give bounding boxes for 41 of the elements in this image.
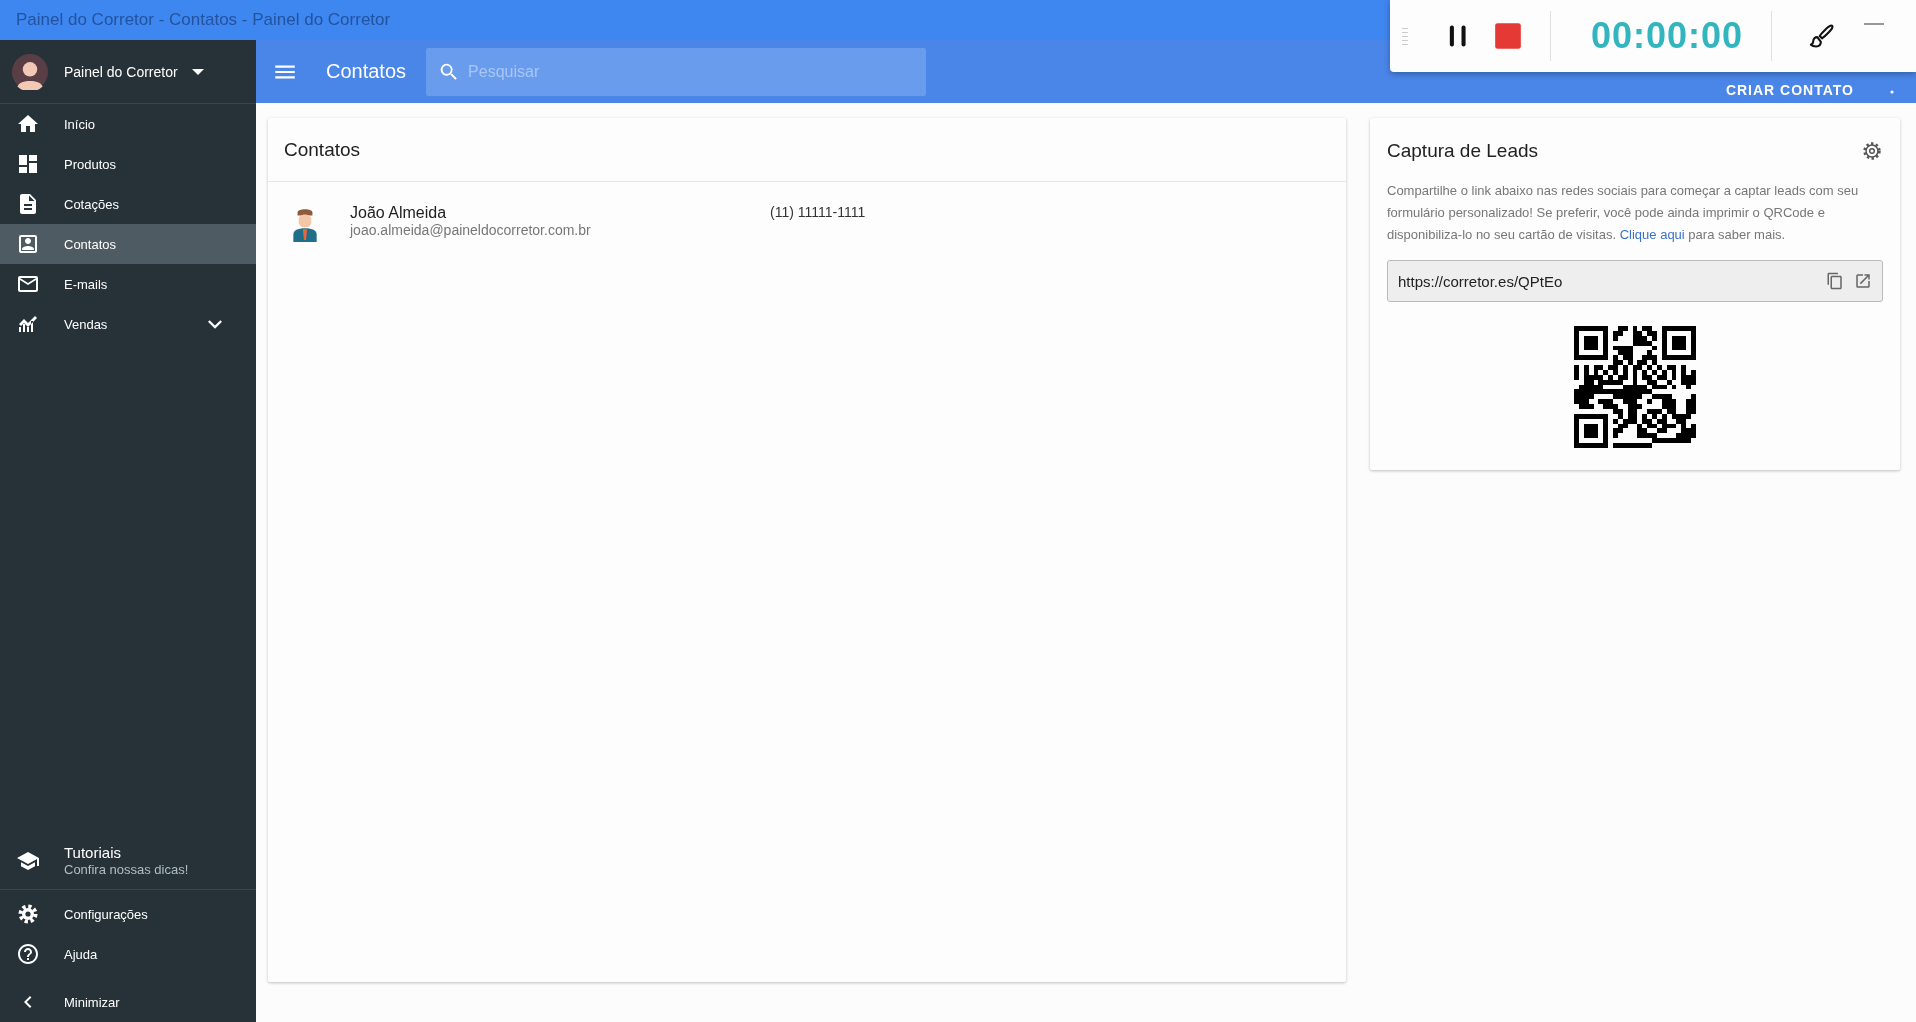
settings-icon[interactable]	[1861, 140, 1883, 162]
settings-icon	[16, 902, 40, 926]
nav-item[interactable]: Início	[0, 104, 256, 144]
url-field[interactable]: https://corretor.es/QPtEo	[1387, 260, 1883, 302]
help-icon	[16, 942, 40, 966]
create-contact-button[interactable]: CRIAR CONTATO	[1717, 81, 1862, 98]
minimize-icon[interactable]	[1864, 22, 1885, 26]
nav-item[interactable]: Cotações	[0, 184, 256, 224]
nav-item[interactable]: E-mails	[0, 264, 256, 304]
contact-row[interactable]: João Almeida joao.almeida@paineldocorretor.com.br (11) 11111-1111	[268, 182, 1346, 264]
stop-icon[interactable]	[1494, 22, 1522, 50]
contact-card-icon	[16, 232, 40, 256]
nav-item[interactable]: Produtos	[0, 144, 256, 184]
recording-timer: 00:00:00	[1591, 15, 1744, 57]
nav-item[interactable]: Vendas	[0, 304, 256, 344]
contact-name: João Almeida	[350, 204, 448, 222]
page-title: Contatos	[326, 60, 407, 83]
minimize-item[interactable]: Minimizar	[0, 982, 256, 1022]
nav-item[interactable]: Ajuda	[0, 934, 256, 974]
leads-description: Compartilhe o link abaixo nas redes sociais para começar a captar leads com seu formulário personalizado! Se preferir, você pode ainda imprimir o QRCode e disponibiliza-lo no seu cartão de visitas. Clique aqui para saber mais.	[1387, 182, 1860, 244]
drag-handle-icon[interactable]	[1402, 26, 1408, 46]
url-text: https://corretor.es/QPtEo	[1398, 272, 1564, 290]
person-avatar-icon	[292, 206, 318, 242]
profile-menu[interactable]: Painel do Corretor	[0, 40, 256, 104]
nav-item[interactable]: Contatos	[0, 224, 256, 264]
learn-more-link[interactable]: Clique aqui	[1619, 227, 1685, 242]
window-title: Painel do Corretor - Contatos - Painel do Corretor	[16, 10, 391, 30]
card-title: Captura de Leads	[1387, 140, 1539, 162]
avatar-icon	[12, 53, 48, 90]
copy-icon[interactable]	[1826, 272, 1844, 290]
tutorials-item[interactable]: Tutoriais Confira nossas dicas!	[0, 838, 256, 890]
caret-icon	[191, 68, 204, 75]
more-icon[interactable]	[1890, 88, 1894, 95]
nav-item[interactable]: Configurações	[0, 894, 256, 934]
tutorials-title: Tutoriais	[64, 844, 122, 861]
card-title: Contatos	[283, 138, 362, 162]
tutorials-subtitle: Confira nossas dicas!	[64, 862, 189, 877]
contact-email: joao.almeida@paineldocorretor.com.br	[350, 222, 592, 238]
contact-phone: (11) 11111-1111	[770, 204, 866, 220]
open-external-icon[interactable]	[1854, 272, 1872, 290]
dashboard-icon	[16, 152, 40, 176]
